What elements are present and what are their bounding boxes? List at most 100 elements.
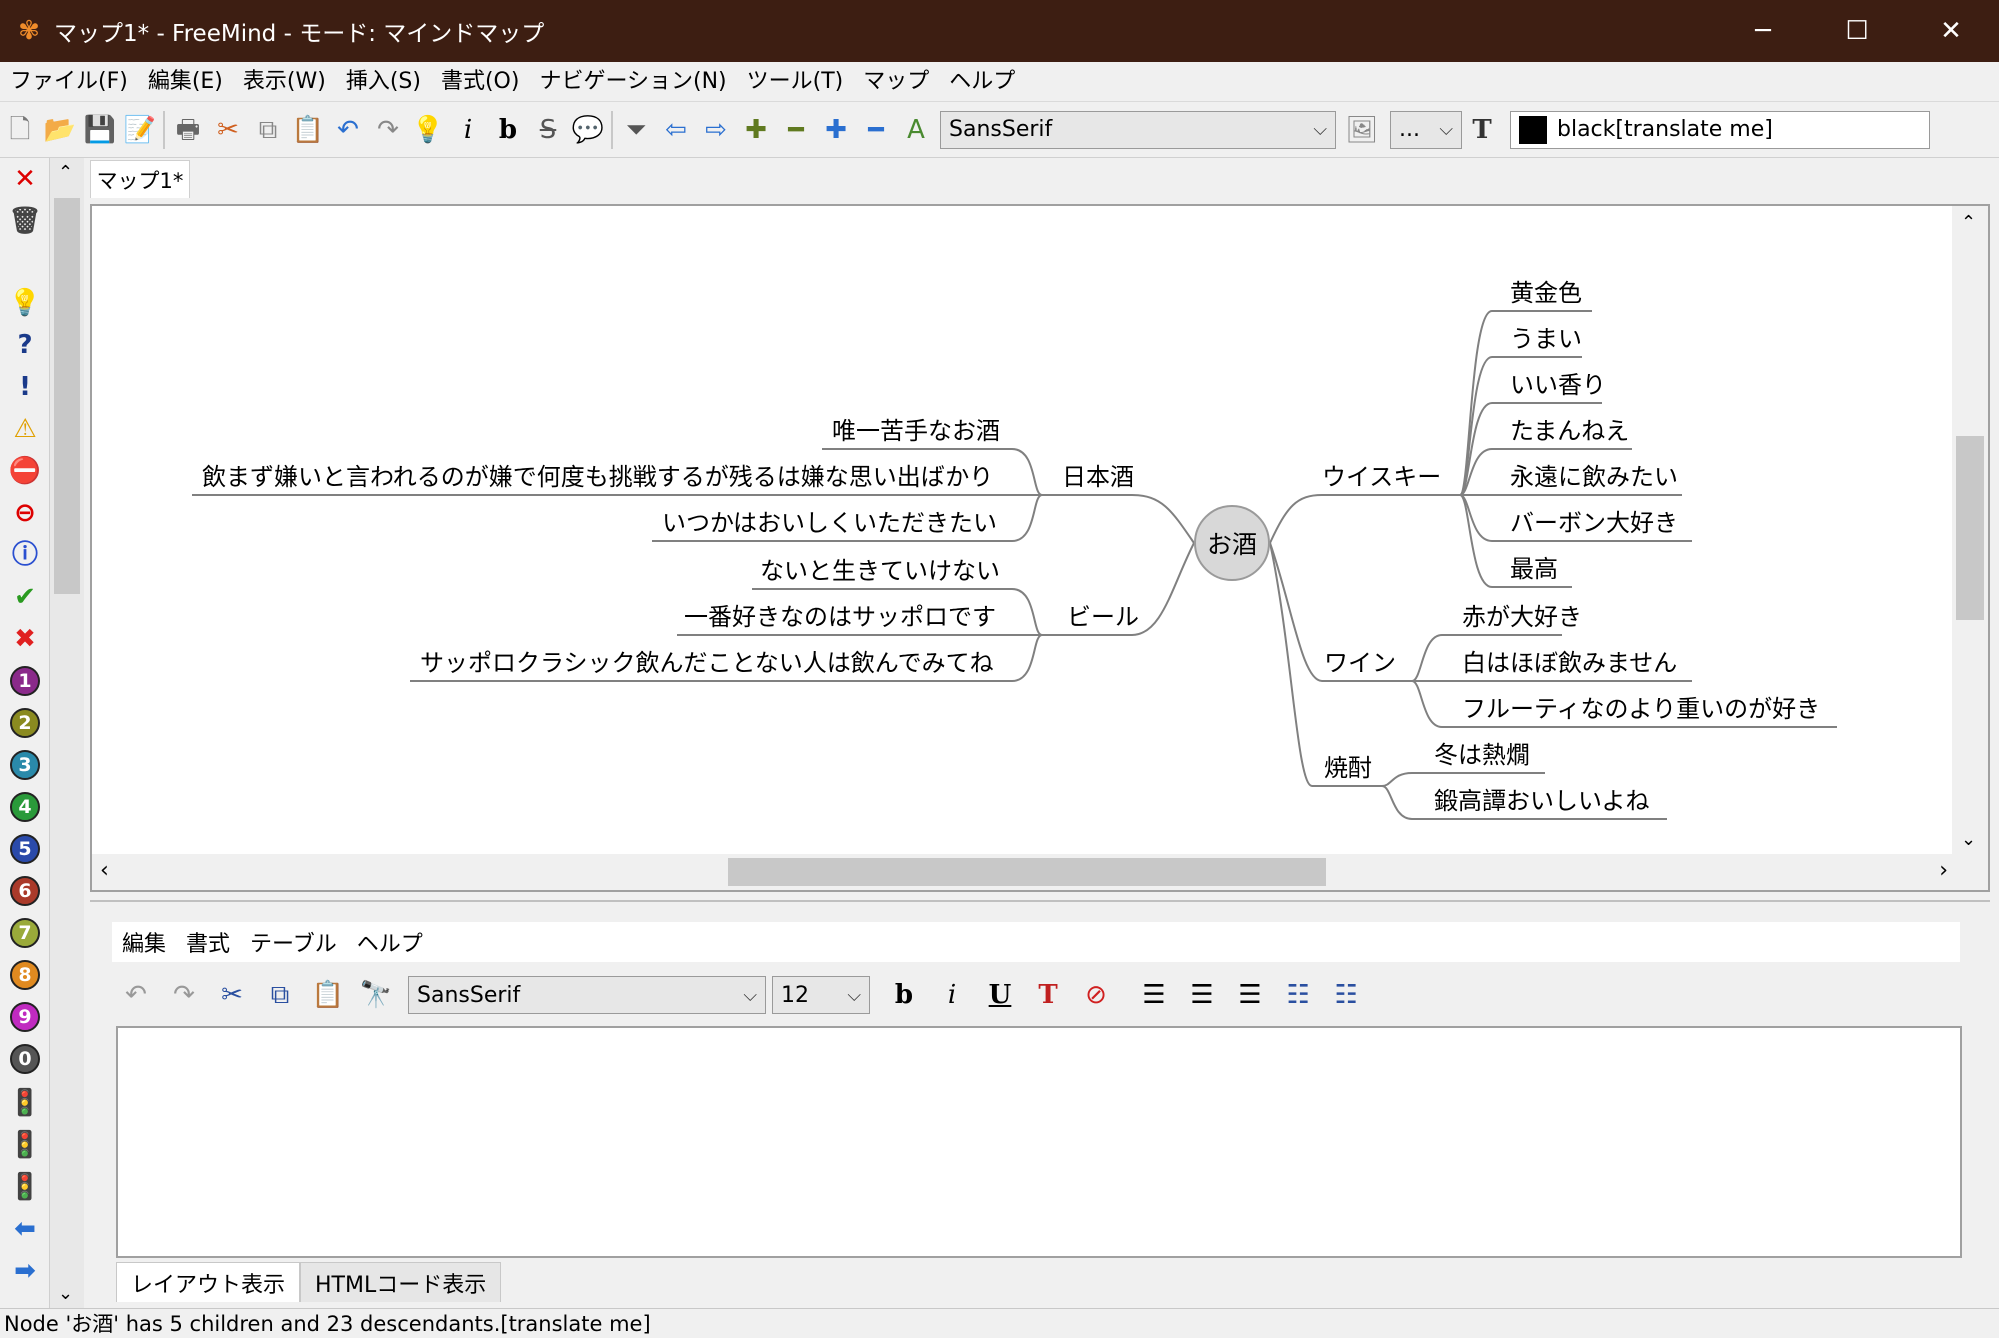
priority-5-icon[interactable]: 5 [10,834,40,864]
note-menu-format[interactable]: 書式 [176,926,240,958]
strikethrough-icon[interactable]: S [528,110,568,150]
priority-7-icon[interactable]: 7 [10,918,40,948]
node-beer-child[interactable]: ないと生きていけない [760,556,1000,586]
copy-icon[interactable]: ⧉ [248,110,288,150]
lightbulb-icon[interactable]: 💡 [408,110,448,150]
node-nihonshu[interactable]: 日本酒 [1062,462,1134,492]
node-beer-child[interactable]: サッポロクラシック飲んだことない人は飲んでみてね [420,648,994,678]
cross-icon[interactable]: ✖ [8,622,42,656]
chevron-down-icon[interactable]: ⌄ [58,1283,73,1304]
undo-icon[interactable]: ↶ [112,971,160,1019]
print-icon[interactable]: 🖶 [168,110,208,150]
trash-icon[interactable]: 🗑 [8,204,42,238]
note-text-editor[interactable] [116,1026,1962,1258]
align-left-icon[interactable]: ☰ [1130,971,1178,1019]
scrollbar-thumb[interactable] [728,858,1326,886]
node-wine[interactable]: ワイン [1324,648,1396,678]
chevron-up-icon[interactable]: ⌃ [58,162,73,183]
close-button[interactable]: ✕ [1904,0,1998,62]
filter-icon[interactable]: ⏷ [616,110,656,150]
expand-icon[interactable]: ✚ [816,110,856,150]
numbered-list-icon[interactable]: ☷ [1322,971,1370,1019]
question-icon[interactable]: ? [8,328,42,362]
color-select[interactable]: black[translate me] [1510,110,1930,149]
redo-icon[interactable]: ↷ [160,971,208,1019]
copy-icon[interactable]: ⧉ [256,971,304,1019]
undo-icon[interactable]: ↶ [328,110,368,150]
remove-icon-icon[interactable]: ✕ [8,162,42,196]
node-whisky-child[interactable]: 永遠に飲みたい [1510,462,1678,492]
align-right-icon[interactable]: ☰ [1226,971,1274,1019]
align-center-icon[interactable]: ☰ [1178,971,1226,1019]
chevron-right-icon[interactable]: › [1939,858,1948,883]
menu-edit[interactable]: 編集(E) [138,62,233,102]
menu-map[interactable]: マップ [853,62,939,102]
node-beer[interactable]: ビール [1067,602,1139,632]
priority-2-icon[interactable]: 2 [10,708,40,738]
priority-8-icon[interactable]: 8 [10,960,40,990]
node-whisky-child[interactable]: 最高 [1510,554,1558,584]
redo-icon[interactable]: ↷ [368,110,408,150]
find-icon[interactable]: 🔭 [352,971,400,1019]
maximize-button[interactable]: ☐ [1810,0,1904,62]
note-menu-edit[interactable]: 編集 [112,926,176,958]
mindmap-canvas[interactable]: お酒 日本酒 唯一苦手なお酒 飲まず嫌いと言われるのが嫌で何度も挑戦するが残るは… [90,204,1990,892]
no-entry-icon[interactable]: ⊖ [8,496,42,530]
save-icon[interactable]: 💾 [80,110,120,150]
chevron-left-icon[interactable]: ‹ [100,858,109,883]
priority-4-icon[interactable]: 4 [10,792,40,822]
node-whisky-child[interactable]: いい香り [1510,370,1606,400]
lightbulb-icon[interactable]: 💡 [8,286,42,320]
node-shochu-child[interactable]: 冬は熱燗 [1434,740,1530,770]
node-beer-child[interactable]: 一番好きなのはサッポロです [684,602,996,632]
node-shochu-child[interactable]: 鍛高譚おいしいよね [1434,786,1650,816]
traffic-light-green-icon[interactable]: 🚦 [8,1170,42,1204]
traffic-light-red-icon[interactable]: 🚦 [8,1086,42,1120]
tab-map1[interactable]: マップ1* [90,160,190,198]
zoom-in-icon[interactable]: ✚ [736,110,776,150]
node-wine-child[interactable]: 赤が大好き [1462,602,1582,632]
cut-icon[interactable]: ✂ [208,110,248,150]
node-whisky-child[interactable]: たまんねえ [1510,416,1629,446]
chevron-down-icon[interactable]: ⌄ [1961,829,1976,850]
new-file-icon[interactable]: 🗋 [0,110,40,150]
note-menu-table[interactable]: テーブル [240,926,347,958]
zoom-out-icon[interactable]: ━ [776,110,816,150]
menu-file[interactable]: ファイル(F) [0,62,138,102]
bold-icon[interactable]: b [488,110,528,150]
canvas-vertical-scrollbar[interactable]: ⌃ ⌄ [1952,206,1988,856]
checkmark-icon[interactable]: ✔ [8,580,42,614]
cloud-icon[interactable]: 💬 [568,110,608,150]
menu-format[interactable]: 書式(O) [431,62,529,102]
priority-0-icon[interactable]: 0 [10,1044,40,1074]
arrow-right-icon[interactable]: ➡ [8,1254,42,1288]
priority-9-icon[interactable]: 9 [10,1002,40,1032]
tab-html-view[interactable]: HTMLコード表示 [300,1262,502,1302]
bold-icon[interactable]: b [880,971,928,1019]
icon-toolbar-scrollbar[interactable]: ⌃ ⌄ [50,158,84,1308]
arrow-left-icon[interactable]: ⇦ [656,110,696,150]
image-icon[interactable]: 🖼 [1342,110,1382,150]
menu-navigation[interactable]: ナビゲーション(N) [529,62,736,102]
scrollbar-thumb[interactable] [54,198,80,594]
tab-layout-view[interactable]: レイアウト表示 [116,1262,301,1302]
menu-help[interactable]: ヘルプ [939,62,1025,102]
save-as-icon[interactable]: 📝 [120,110,160,150]
paste-icon[interactable]: 📋 [288,110,328,150]
note-menu-help[interactable]: ヘルプ [347,926,433,958]
node-nihonshu-child[interactable]: いつかはおいしくいただきたい [662,508,997,538]
underline-icon[interactable]: U [976,971,1024,1019]
menu-view[interactable]: 表示(W) [233,62,336,102]
node-shochu[interactable]: 焼酎 [1324,753,1372,783]
priority-3-icon[interactable]: 3 [10,750,40,780]
node-whisky[interactable]: ウイスキー [1322,462,1441,492]
collapse-icon[interactable]: ━ [856,110,896,150]
priority-6-icon[interactable]: 6 [10,876,40,906]
italic-icon[interactable]: i [448,110,488,150]
node-whisky-child[interactable]: バーボン大好き [1510,508,1678,538]
node-nihonshu-child[interactable]: 飲まず嫌いと言われるのが嫌で何度も挑戦するが残るは嫌な思い出ばかり [202,462,993,492]
text-color-icon[interactable]: T [1024,971,1072,1019]
node-wine-child[interactable]: 白はほぼ飲みません [1462,648,1677,678]
node-nihonshu-child[interactable]: 唯一苦手なお酒 [832,416,1000,446]
arrow-right-icon[interactable]: ⇨ [696,110,736,150]
